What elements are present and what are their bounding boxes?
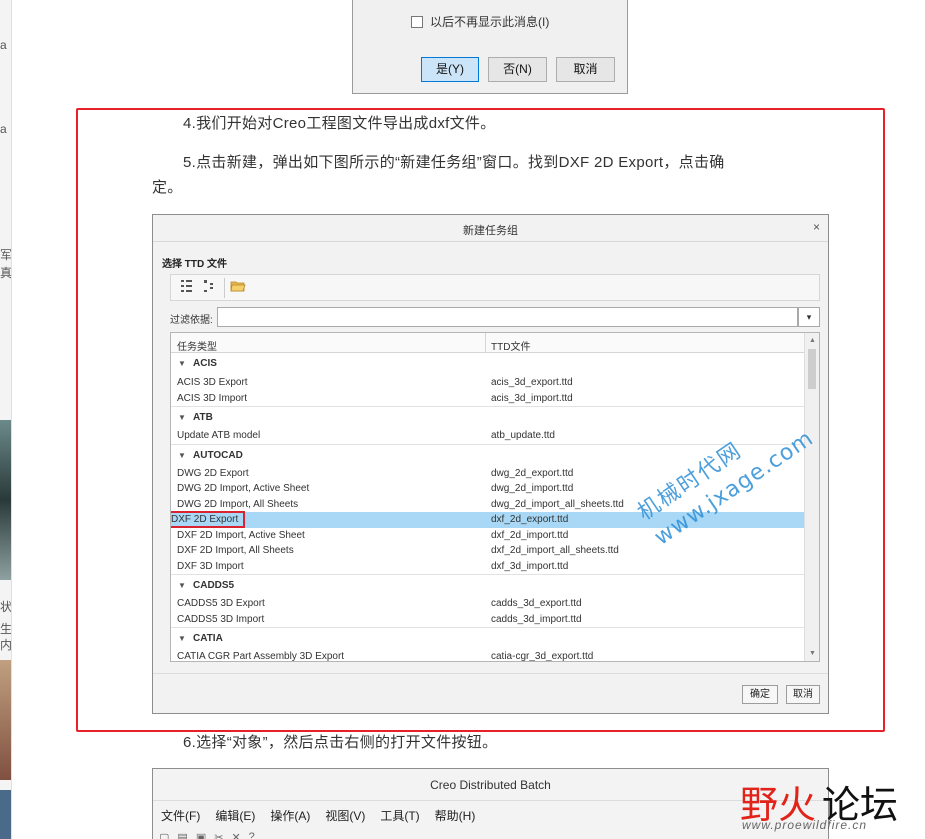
edge-thumbnail[interactable]: [0, 660, 11, 780]
left-page-edge: a a 军 真 状 生 内: [0, 0, 12, 839]
dont-show-again-checkbox[interactable]: [411, 15, 423, 28]
window-title: Creo Distributed Batch: [153, 769, 828, 801]
edge-fragment: 生: [0, 622, 12, 636]
yes-button[interactable]: 是(Y): [421, 57, 479, 82]
menu-file[interactable]: 文件(F): [161, 807, 200, 824]
edge-fragment: a: [0, 122, 7, 136]
menu-tools[interactable]: 工具(T): [380, 807, 419, 824]
edge-thumbnail[interactable]: [0, 420, 11, 580]
cancel-button[interactable]: 取消: [556, 57, 615, 82]
delete-icon[interactable]: ✕: [231, 831, 240, 839]
help-icon[interactable]: ?: [249, 831, 255, 839]
cut-icon[interactable]: ✂: [214, 831, 223, 839]
no-button[interactable]: 否(N): [488, 57, 547, 82]
dont-show-again-label: 以后不再显示此消息(I): [430, 15, 550, 29]
menu-help[interactable]: 帮助(H): [435, 807, 476, 824]
menu-view[interactable]: 视图(V): [325, 807, 365, 824]
edge-thumbnail[interactable]: [0, 790, 11, 839]
message-dialog-fragment: 以后不再显示此消息(I) 是(Y) 否(N) 取消: [352, 0, 628, 94]
highlight-frame: [76, 108, 885, 732]
menu-action[interactable]: 操作(A): [270, 807, 310, 824]
open-icon[interactable]: ▤: [177, 831, 187, 839]
step6-text: 6.选择“对象”，然后点击右侧的打开文件按钮。: [183, 734, 498, 751]
creo-distributed-batch-window: Creo Distributed Batch 文件(F) 编辑(E) 操作(A)…: [152, 768, 829, 839]
dont-show-again-row[interactable]: 以后不再显示此消息(I): [411, 13, 549, 30]
logo-text-black: 论坛: [822, 783, 899, 827]
menu-bar: 文件(F) 编辑(E) 操作(A) 视图(V) 工具(T) 帮助(H): [161, 807, 490, 824]
menu-edit[interactable]: 编辑(E): [215, 807, 255, 824]
new-icon[interactable]: ▢: [159, 831, 169, 839]
edge-fragment: 真: [0, 266, 12, 280]
cdb-toolbar: ▢ ▤ ▣ ✂ ✕ ?: [159, 831, 263, 839]
edge-fragment: 军: [0, 248, 12, 262]
edge-fragment: 内: [0, 638, 12, 652]
edge-fragment: 状: [0, 600, 12, 614]
edge-fragment: a: [0, 38, 7, 52]
save-icon[interactable]: ▣: [196, 831, 206, 839]
